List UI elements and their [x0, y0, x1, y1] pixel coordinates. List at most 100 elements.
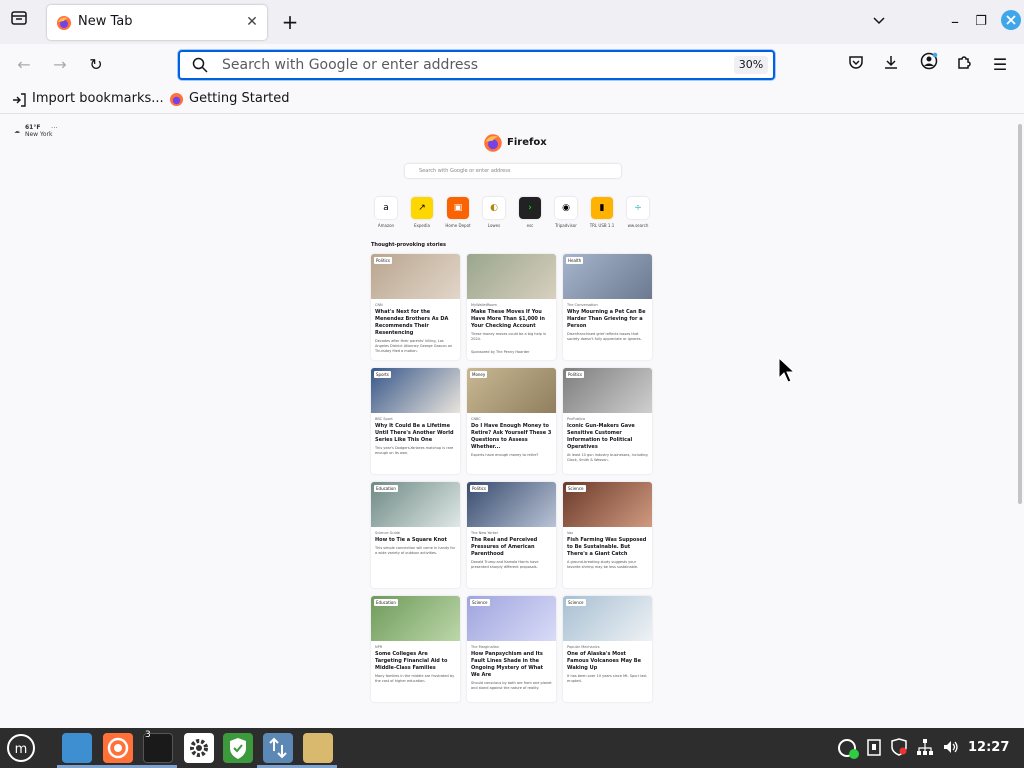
shortcut-tile[interactable]: a Amazon	[372, 197, 400, 228]
story-card[interactable]: Sports BBC Sport Why It Could Be a Lifetim…	[371, 368, 460, 474]
story-source: The New Yorker	[471, 531, 499, 535]
clipboard-icon[interactable]	[866, 738, 882, 760]
story-card[interactable]: MyWalletRoom Make These Moves If You Have…	[467, 254, 556, 360]
close-icon[interactable]: ✕	[244, 11, 260, 33]
story-excerpt: Disenfranchised grief reflects losses th…	[567, 332, 642, 341]
bookmark-import[interactable]: Import bookmarks...	[32, 91, 164, 106]
tab-strip: New Tab ✕ + – ❐	[0, 0, 1024, 44]
story-source: BBC Sport	[375, 417, 393, 421]
forward-arrow-icon[interactable]: →	[47, 52, 73, 78]
story-card[interactable]: Politics ProPublica Iconic Gun-Makers Gave…	[563, 368, 652, 474]
expedia-icon: ↗	[411, 197, 433, 219]
back-arrow-icon[interactable]: ←	[11, 52, 37, 78]
trl-icon: ▮	[591, 197, 613, 219]
story-excerpt: Should conscious by both are from one pl…	[471, 681, 552, 690]
mouse-cursor-icon	[778, 356, 796, 387]
shortcut-tile[interactable]: › esc	[516, 197, 544, 228]
update-manager-icon[interactable]	[263, 733, 293, 763]
pocket-icon[interactable]	[843, 52, 869, 78]
story-card[interactable]: Science The Marginalian How Panpsychism an…	[467, 596, 556, 702]
story-card[interactable]: Politics The New Yorker The Real and Perce…	[467, 482, 556, 588]
reload-icon[interactable]: ↻	[83, 52, 109, 78]
story-source: NPR	[375, 645, 383, 649]
tab-new-tab[interactable]: New Tab ✕	[47, 5, 267, 40]
tab-overview-icon[interactable]	[6, 9, 32, 35]
bookmark-getting-started[interactable]: Getting Started	[189, 91, 290, 106]
import-icon	[12, 92, 26, 111]
story-card[interactable]: Science Vox Fish Farming Was Supposed to B…	[563, 482, 652, 588]
url-bar[interactable]: Search with Google or enter address 30%	[178, 50, 775, 80]
firefox-logo-icon	[483, 133, 503, 157]
story-headline: Do I Have Enough Money to Retire? Ask Yo…	[471, 423, 552, 450]
story-tag: Science	[566, 485, 586, 492]
list-all-tabs-chevron-down-icon[interactable]	[866, 9, 892, 35]
story-headline: Why It Could Be a Lifetime Until There's…	[375, 423, 454, 443]
story-tag: Science	[566, 599, 586, 606]
story-card[interactable]: Education Science Guide How to Tie a Squar…	[371, 482, 460, 588]
story-card[interactable]: Education NPR Some Colleges Are Targeting …	[371, 596, 460, 702]
account-icon[interactable]	[916, 52, 942, 78]
scrollbar[interactable]	[1018, 124, 1022, 504]
shortcut-tile[interactable]: ◉ Tripadvisor	[552, 197, 580, 228]
terminal-taskbar-icon[interactable]: 3	[143, 730, 173, 763]
story-headline: Some Colleges Are Targeting Financial Ai…	[375, 651, 448, 671]
story-tag: Sports	[374, 371, 391, 378]
volume-icon[interactable]	[942, 738, 960, 760]
story-headline: Make These Moves If You Have More Than $…	[471, 309, 545, 329]
search-site-icon: ÷	[627, 197, 649, 219]
window-close-button[interactable]	[998, 9, 1024, 35]
home-depot-icon: ▣	[447, 197, 469, 219]
download-icon[interactable]	[878, 52, 904, 78]
url-placeholder: Search with Google or enter address	[222, 57, 479, 73]
story-excerpt: These money moves could be a big help in…	[471, 332, 547, 341]
zoom-badge[interactable]: 30%	[734, 56, 768, 74]
firefox-taskbar-icon[interactable]	[103, 733, 133, 763]
story-source: Science Guide	[375, 531, 400, 535]
firefox-icon	[169, 92, 184, 111]
story-tag: Money	[470, 371, 488, 378]
story-source: ProPublica	[567, 417, 586, 421]
story-card[interactable]: Health The Conversation Why Mourning a Pet…	[563, 254, 652, 360]
tab-title: New Tab	[78, 14, 133, 29]
story-headline: Fish Farming Was Supposed to Be Sustaina…	[567, 537, 647, 557]
story-headline: Iconic Gun-Makers Gave Sensitive Custome…	[567, 423, 635, 450]
newtab-search-input[interactable]: Search with Google or enter address	[405, 164, 621, 178]
menu-hamburger-icon[interactable]: ☰	[987, 52, 1013, 78]
shortcut-tile[interactable]: ▣ Home Depot	[444, 197, 472, 228]
weather-location: New York	[25, 131, 53, 138]
shield-icon[interactable]	[223, 733, 253, 763]
folder-icon[interactable]	[303, 733, 333, 763]
shield-tray-icon[interactable]	[890, 738, 908, 760]
story-source: CNBC	[471, 417, 481, 421]
network-icon[interactable]	[916, 738, 934, 760]
settings-gear-icon[interactable]	[184, 733, 214, 763]
files-icon[interactable]	[62, 733, 92, 763]
more-options-icon[interactable]: ···	[51, 124, 58, 132]
story-card[interactable]: Politics CNN What's Next for the Menendez …	[371, 254, 460, 360]
brand-wordmark: Firefox	[507, 137, 547, 148]
weather-icon: ☁	[14, 128, 20, 135]
network-status-icon[interactable]	[836, 736, 860, 764]
new-tab-button[interactable]: +	[277, 9, 303, 35]
terminal-badge: 3	[145, 730, 151, 740]
mint-menu-icon[interactable]: m	[5, 732, 37, 764]
shortcut-tile[interactable]: ↗ Expedia	[408, 197, 436, 228]
weather-widget[interactable]: 61°F New York	[25, 124, 52, 138]
bookmarks-toolbar: Import bookmarks... Getting Started	[0, 86, 1024, 114]
story-source: The Conversation	[567, 303, 598, 307]
svg-text:m: m	[15, 742, 28, 757]
story-headline: How to Tie a Square Knot	[375, 537, 447, 543]
story-card[interactable]: Science Popular Mechanics One of Alaska's …	[563, 596, 652, 702]
story-tag: Health	[566, 257, 584, 264]
story-tag: Politics	[470, 485, 488, 492]
clock[interactable]: 12:27	[968, 740, 1009, 755]
shortcut-tile[interactable]: ÷ ww.search	[624, 197, 652, 228]
story-card[interactable]: Money CNBC Do I Have Enough Money to Retir…	[467, 368, 556, 474]
minimize-button[interactable]: –	[942, 9, 968, 35]
extensions-puzzle-icon[interactable]	[951, 52, 977, 78]
taskbar: m 3 12:27	[0, 728, 1024, 768]
story-source: Popular Mechanics	[567, 645, 600, 649]
shortcut-tile[interactable]: ◐ Lowes	[480, 197, 508, 228]
shortcut-tile[interactable]: ▮ TRL USB 1.1	[588, 197, 616, 228]
maximize-button[interactable]: ❐	[968, 9, 994, 35]
